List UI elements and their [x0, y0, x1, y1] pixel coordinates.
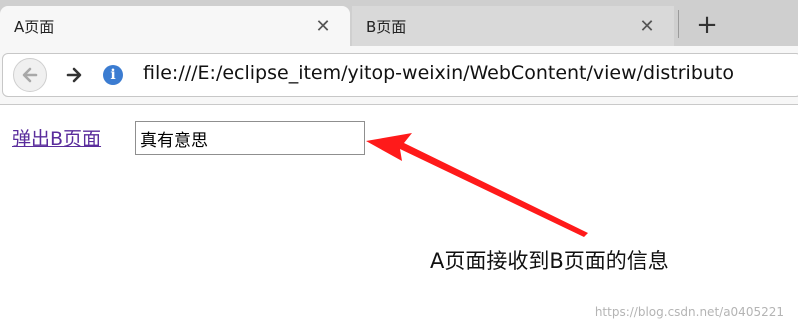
tab-separator	[678, 10, 679, 38]
arrow-right-icon	[66, 67, 82, 83]
address-bar[interactable]: i file:///E:/eclipse_item/yitop-weixin/W…	[2, 53, 798, 97]
back-button[interactable]	[13, 58, 47, 92]
arrow-left-icon	[22, 67, 38, 83]
annotation-text: A页面接收到B页面的信息	[430, 249, 669, 273]
close-icon[interactable]: ✕	[312, 15, 334, 37]
tab-a[interactable]: A页面 ✕	[0, 6, 350, 46]
info-icon[interactable]: i	[103, 65, 123, 85]
close-icon[interactable]: ✕	[636, 15, 658, 37]
tab-b[interactable]: B页面 ✕	[352, 6, 674, 46]
page-content: 弹出B页面 A页面接收到B页面的信息 https://blog.csdn.net…	[0, 105, 798, 327]
navigation-toolbar: i file:///E:/eclipse_item/yitop-weixin/W…	[0, 46, 798, 105]
url-text[interactable]: file:///E:/eclipse_item/yitop-weixin/Web…	[143, 62, 734, 84]
tab-b-label: B页面	[366, 17, 407, 36]
watermark: https://blog.csdn.net/a0405221	[594, 305, 784, 319]
tab-bar: A页面 ✕ B页面 ✕ +	[0, 0, 798, 46]
forward-button[interactable]	[61, 62, 87, 88]
tab-a-label: A页面	[14, 17, 55, 36]
annotation-arrow	[366, 133, 588, 237]
plus-icon[interactable]: +	[690, 8, 724, 42]
